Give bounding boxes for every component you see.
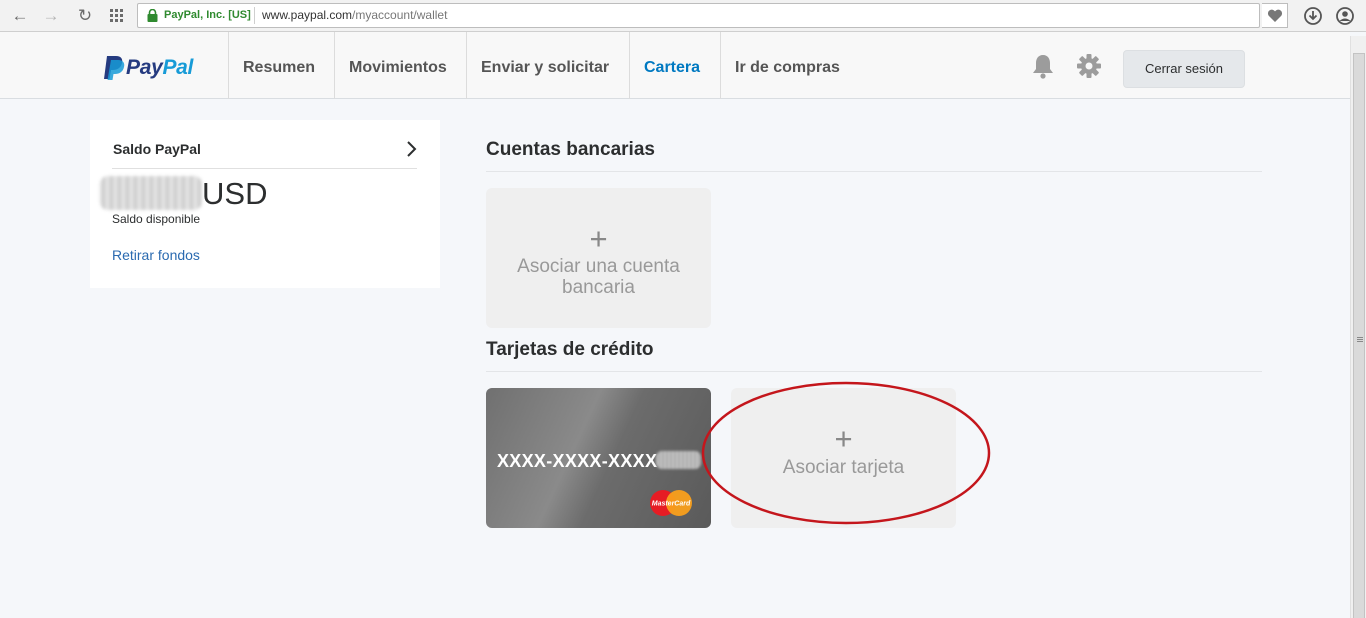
add-card-label: Asociar tarjeta bbox=[782, 457, 905, 478]
withdraw-funds-link[interactable]: Retirar fondos bbox=[112, 247, 200, 263]
paypal-logo[interactable]: PayPal bbox=[103, 55, 203, 83]
mastercard-logo-icon: MasterCard bbox=[650, 490, 692, 516]
section-divider bbox=[486, 171, 1262, 172]
url-text[interactable]: www.paypal.com/myaccount/wallet bbox=[262, 8, 447, 22]
plus-icon: + bbox=[834, 421, 853, 456]
plus-icon: + bbox=[589, 221, 608, 256]
address-bar[interactable]: PayPal, Inc. [US] www.paypal.com/myaccou… bbox=[137, 3, 1260, 28]
bank-accounts-title: Cuentas bancarias bbox=[486, 139, 655, 160]
scroll-grip bbox=[1357, 337, 1363, 338]
browser-toolbar: ← → ↻ PayPal, Inc. [US] www.paypal.com/m… bbox=[0, 0, 1366, 32]
secure-site-label: PayPal, Inc. [US] bbox=[164, 9, 251, 21]
logo-pal-text: Pal bbox=[162, 56, 194, 79]
apps-grid-icon[interactable] bbox=[106, 5, 128, 27]
nav-activity[interactable]: Movimientos bbox=[334, 32, 461, 99]
section-divider bbox=[486, 371, 1262, 372]
page-scrollbar[interactable] bbox=[1350, 36, 1366, 618]
add-bank-account-tile[interactable]: + Asociar una cuenta bancaria bbox=[486, 188, 711, 328]
reload-icon[interactable]: ↻ bbox=[74, 5, 96, 27]
url-path: /myaccount/wallet bbox=[352, 8, 448, 22]
download-icon[interactable] bbox=[1302, 5, 1324, 27]
logo-pay-text: Pay bbox=[126, 56, 163, 79]
nav-summary[interactable]: Resumen bbox=[228, 32, 329, 99]
credit-cards-title: Tarjetas de crédito bbox=[486, 339, 654, 360]
favorite-button[interactable] bbox=[1262, 3, 1288, 28]
profile-icon[interactable] bbox=[1334, 5, 1356, 27]
card-number: XXXX-XXXX-XXXX- bbox=[497, 451, 664, 471]
url-host: www.paypal.com bbox=[262, 8, 353, 22]
gear-icon[interactable] bbox=[1076, 52, 1102, 82]
lock-icon bbox=[147, 9, 158, 22]
add-card-tile[interactable]: + Asociar tarjeta bbox=[731, 388, 956, 528]
bell-icon[interactable] bbox=[1030, 52, 1056, 82]
logout-button[interactable]: Cerrar sesión bbox=[1123, 50, 1245, 88]
balance-divider bbox=[112, 168, 417, 169]
balance-subtitle: Saldo disponible bbox=[112, 212, 201, 226]
site-header: PayPal Resumen Movimientos Enviar y soli… bbox=[0, 32, 1350, 99]
chevron-right-icon[interactable] bbox=[404, 140, 418, 158]
redacted-balance-amount bbox=[100, 176, 202, 210]
redacted-card-digits bbox=[656, 451, 701, 469]
nav-send-request[interactable]: Enviar y solicitar bbox=[466, 32, 623, 99]
paypal-p-icon bbox=[104, 56, 125, 80]
heart-icon bbox=[1267, 9, 1283, 22]
scroll-thumb[interactable] bbox=[1353, 53, 1365, 618]
balance-title[interactable]: Saldo PayPal bbox=[113, 141, 201, 157]
nav-shop[interactable]: Ir de compras bbox=[720, 32, 854, 99]
balance-card: Saldo PayPal USD Saldo disponible Retira… bbox=[90, 120, 440, 288]
forward-icon[interactable]: → bbox=[40, 5, 62, 27]
balance-currency: USD bbox=[202, 176, 268, 211]
credit-card-tile[interactable]: XXXX-XXXX-XXXX- MasterCard bbox=[486, 388, 711, 528]
nav-wallet[interactable]: Cartera bbox=[629, 32, 714, 99]
back-icon[interactable]: ← bbox=[9, 5, 31, 27]
mastercard-brand-text: MasterCard bbox=[652, 501, 691, 508]
add-bank-account-label: Asociar una cuenta bancaria bbox=[517, 256, 680, 298]
url-divider bbox=[254, 7, 255, 24]
